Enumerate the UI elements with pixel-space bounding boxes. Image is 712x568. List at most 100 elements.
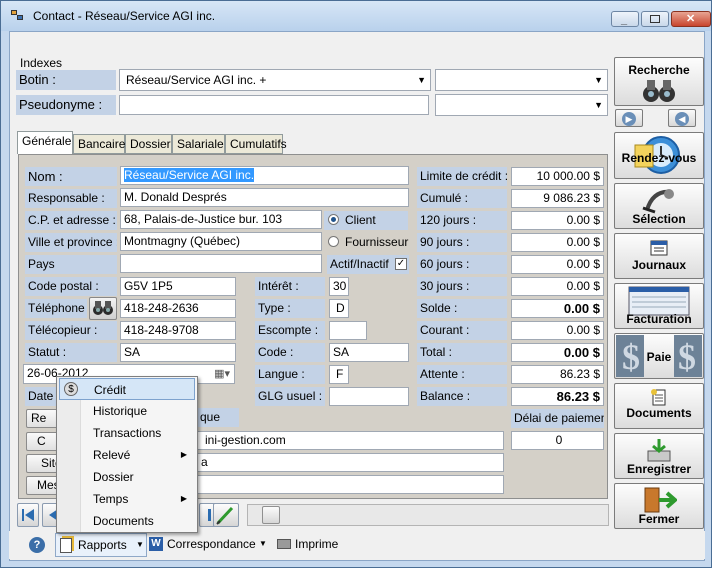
web-value: a bbox=[201, 455, 208, 469]
close-button[interactable]: ✕ bbox=[671, 11, 711, 27]
partial-button-4[interactable]: Mes bbox=[26, 476, 58, 495]
langue-input[interactable]: F bbox=[329, 365, 349, 384]
adresse-input[interactable]: 68, Palais-de-Justice bur. 103 bbox=[120, 210, 322, 229]
telephone-input[interactable]: 418-248-2636 bbox=[120, 299, 236, 318]
telephone-label: Téléphone : bbox=[25, 299, 87, 318]
menu-item-credit[interactable]: $ Crédit bbox=[59, 378, 195, 400]
j90-value: 0.00 $ bbox=[511, 233, 604, 252]
pseudonyme-input[interactable] bbox=[119, 95, 429, 115]
menu-item-temps[interactable]: Temps ▶ bbox=[59, 488, 195, 510]
balance-value: 86.23 $ bbox=[511, 387, 604, 406]
maximize-button[interactable] bbox=[641, 11, 669, 27]
web-input[interactable]: a bbox=[197, 453, 504, 472]
menu-item-dossier[interactable]: Dossier bbox=[59, 466, 195, 488]
code-input[interactable]: SA bbox=[329, 343, 409, 362]
glg-input[interactable] bbox=[329, 387, 409, 406]
cp-adresse-label: C.P. et adresse : bbox=[25, 211, 117, 230]
fermer-label: Fermer bbox=[638, 512, 680, 526]
actif-checkbox[interactable]: ✓ bbox=[395, 258, 407, 270]
selection-label: Sélection bbox=[632, 212, 686, 226]
pays-input[interactable] bbox=[120, 254, 322, 273]
limite-credit-value[interactable]: 10 000.00 $ bbox=[511, 167, 604, 186]
ville-input[interactable]: Montmagny (Québec) bbox=[120, 232, 322, 251]
nom-input[interactable]: Réseau/Service AGI inc. bbox=[120, 166, 409, 185]
facturation-button[interactable]: Facturation bbox=[614, 283, 704, 329]
help-icon[interactable]: ? bbox=[29, 537, 45, 553]
menu-item-releve[interactable]: Relevé ▶ bbox=[59, 444, 195, 466]
j30-value: 0.00 $ bbox=[511, 277, 604, 296]
binoculars-icon[interactable] bbox=[89, 297, 117, 320]
fournisseur-radio[interactable] bbox=[328, 236, 339, 247]
interet-input[interactable]: 30 bbox=[329, 277, 349, 296]
type-input[interactable]: D bbox=[329, 299, 349, 318]
responsable-input[interactable]: M. Donald Després bbox=[120, 188, 409, 207]
minimize-button[interactable]: _ bbox=[611, 11, 639, 27]
correspondance-label: Correspondance bbox=[167, 537, 256, 551]
paie-button[interactable]: $ $ Paie bbox=[614, 333, 704, 379]
paie-label: Paie bbox=[646, 350, 672, 364]
journaux-label: Journaux bbox=[631, 258, 686, 272]
rendezvous-button[interactable]: Rendez-vous bbox=[614, 132, 704, 179]
selection-icon bbox=[642, 189, 674, 214]
exit-door-icon bbox=[644, 487, 677, 513]
imprime-button[interactable]: Imprime bbox=[275, 535, 351, 555]
j30-label: 30 jours : bbox=[417, 277, 507, 296]
tab-bancaire[interactable]: Bancaire bbox=[73, 134, 125, 154]
scrollbar-thumb[interactable] bbox=[262, 506, 280, 524]
pays-label: Pays bbox=[25, 255, 117, 274]
save-icon bbox=[647, 439, 671, 462]
nom-selected-text: Réseau/Service AGI inc. bbox=[124, 168, 255, 182]
ville-label: Ville et province : bbox=[25, 233, 117, 252]
pseudonyme-combo[interactable]: ▼ bbox=[435, 94, 608, 116]
menu-item-documents-label: Documents bbox=[93, 514, 154, 528]
menu-item-documents[interactable]: Documents bbox=[59, 510, 195, 532]
tab-dossier[interactable]: Dossier bbox=[125, 134, 172, 154]
email-input[interactable]: ini-gestion.com bbox=[197, 431, 504, 450]
statut-input[interactable]: SA bbox=[120, 343, 236, 362]
j120-label: 120 jours : bbox=[417, 211, 507, 230]
botin-secondary-combo[interactable]: ▼ bbox=[435, 69, 608, 91]
title-bar: Contact - Réseau/Service AGI inc. _ ✕ bbox=[1, 1, 711, 31]
interet-label: Intérêt : bbox=[255, 277, 325, 296]
extra-input[interactable] bbox=[197, 475, 504, 494]
attente-label: Attente : bbox=[417, 365, 507, 384]
j60-value: 0.00 $ bbox=[511, 255, 604, 274]
recherche-button[interactable]: Recherche bbox=[614, 57, 704, 106]
courant-label: Courant : bbox=[417, 321, 507, 340]
partial-button-2[interactable]: C bbox=[26, 432, 58, 451]
courant-value: 0.00 $ bbox=[511, 321, 604, 340]
rapports-button[interactable]: Rapports ▼ bbox=[55, 533, 147, 557]
first-record-icon[interactable] bbox=[17, 503, 39, 527]
partial-label: que bbox=[197, 408, 239, 427]
tab-salariale[interactable]: Salariale bbox=[172, 134, 225, 154]
code-label: Code : bbox=[255, 343, 325, 362]
fermer-button[interactable]: Fermer bbox=[614, 483, 704, 529]
delai-paiement-input[interactable]: 0 bbox=[511, 431, 604, 450]
documents-button[interactable]: Documents bbox=[614, 383, 704, 429]
partial-button-1[interactable]: Re bbox=[26, 409, 58, 428]
chevron-down-icon: ▼ bbox=[136, 540, 144, 549]
delai-paiement-label: Délai de paiement bbox=[511, 409, 604, 428]
enregistrer-button[interactable]: Enregistrer bbox=[614, 433, 704, 479]
langue-label: Langue : bbox=[255, 365, 325, 384]
menu-item-transactions[interactable]: Transactions bbox=[59, 422, 195, 444]
codepostal-input[interactable]: G5V 1P5 bbox=[120, 277, 236, 296]
telecopieur-input[interactable]: 418-248-9708 bbox=[120, 321, 236, 340]
escompte-input[interactable] bbox=[329, 321, 367, 340]
dollar-icon: $ bbox=[64, 382, 78, 396]
prev-record-button[interactable]: ▶ bbox=[615, 109, 643, 127]
client-radio[interactable] bbox=[328, 214, 339, 225]
botin-combo[interactable]: Réseau/Service AGI inc. + ▼ bbox=[119, 69, 431, 91]
telecopieur-label: Télécopieur : bbox=[25, 321, 117, 340]
journaux-button[interactable]: Journaux bbox=[614, 233, 704, 279]
calendar-icon[interactable]: ▦▾ bbox=[214, 366, 230, 383]
edit-pen-icon[interactable] bbox=[213, 503, 239, 527]
correspondance-button[interactable]: W Correspondance ▼ bbox=[149, 535, 271, 555]
record-scrollbar[interactable] bbox=[247, 504, 609, 526]
next-record-button[interactable]: ◀ bbox=[668, 109, 696, 127]
partial-button-3[interactable]: Site bbox=[26, 454, 58, 473]
tab-cumulatifs[interactable]: Cumulatifs bbox=[225, 134, 287, 154]
selection-button[interactable]: Sélection bbox=[614, 183, 704, 229]
menu-item-historique[interactable]: Historique bbox=[59, 400, 195, 422]
tab-generale[interactable]: Générale bbox=[17, 131, 73, 154]
